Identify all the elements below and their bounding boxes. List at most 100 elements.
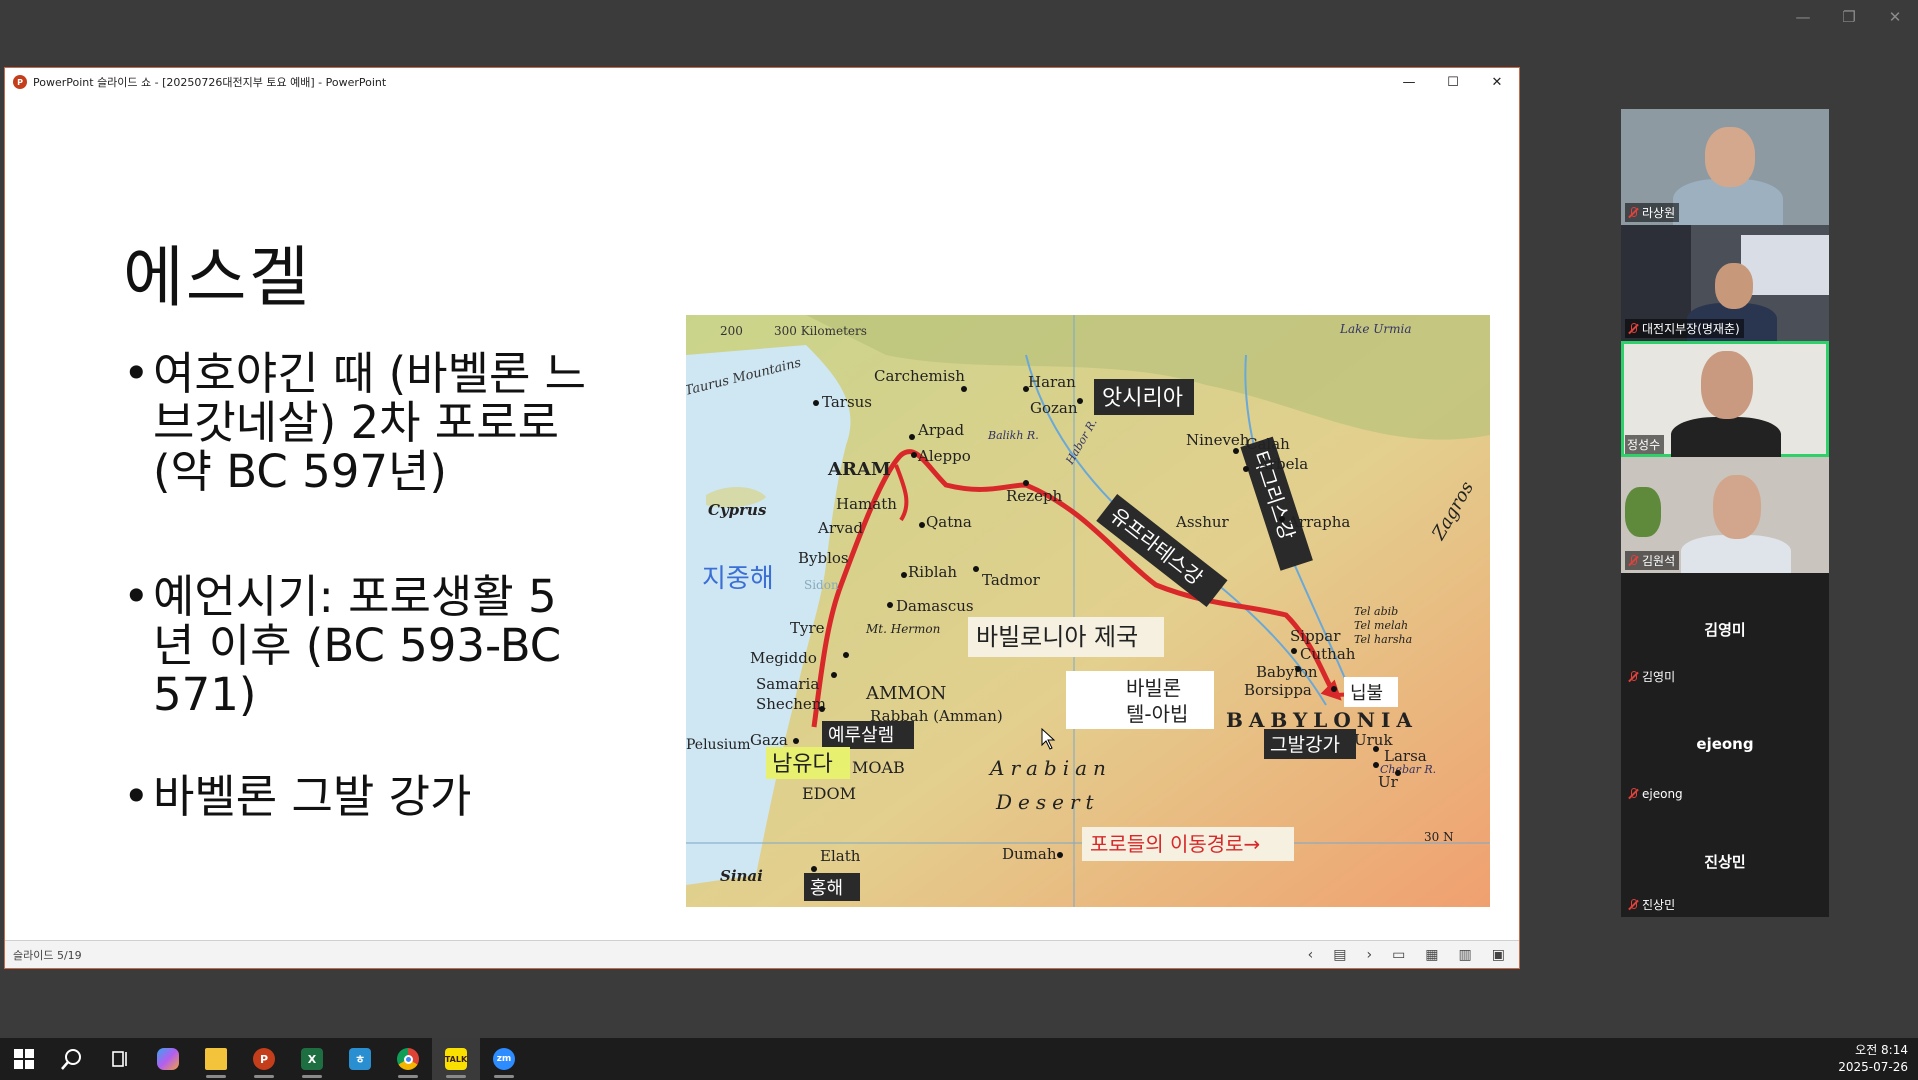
- svg-text:그발강가: 그발강가: [1270, 734, 1340, 756]
- muted-mic-icon: [1627, 898, 1639, 911]
- ppt-titlebar[interactable]: P PowerPoint 슬라이드 쇼 - [20250726대전지부 토요 예…: [5, 68, 1519, 96]
- place-label: Arpad: [917, 421, 965, 439]
- reading-view-icon[interactable]: ▥: [1459, 947, 1472, 963]
- bullet-dot: •: [123, 570, 150, 623]
- participant-nameplate: 대전지부장(명재춘): [1625, 319, 1744, 338]
- place-label: Riblah: [908, 563, 957, 581]
- slide-bullet: • 여호야긴 때 (바벨론 느브갓네살) 2차 포로로 (약 BC 597년): [123, 349, 593, 496]
- hangul-icon[interactable]: ㅎ: [336, 1038, 384, 1080]
- svg-text:바빌로니아 제국: 바빌로니아 제국: [976, 623, 1138, 651]
- exile-route-map: 200 300 Kilometers Taurus Mountains Lake…: [686, 315, 1490, 907]
- normal-view-icon[interactable]: ▭: [1392, 947, 1405, 963]
- kakaotalk-icon[interactable]: TALK: [432, 1038, 480, 1080]
- previous-slide-icon[interactable]: ‹: [1308, 947, 1314, 963]
- place-label: Pelusium: [686, 737, 751, 753]
- video-person: [1701, 351, 1753, 419]
- slide-sorter-icon[interactable]: ▦: [1425, 947, 1438, 963]
- copilot-icon[interactable]: [144, 1038, 192, 1080]
- search-icon[interactable]: [48, 1038, 96, 1080]
- place-label: EDOM: [802, 784, 856, 803]
- place-label: Chebar R.: [1380, 763, 1436, 776]
- video-person: [1671, 417, 1781, 457]
- place-label: Rabbah (Amman): [870, 707, 1003, 725]
- place-label: Arbela: [1257, 455, 1308, 473]
- place-label: Babylon: [1256, 663, 1318, 681]
- participant-tile[interactable]: 진상민 진상민: [1621, 805, 1829, 917]
- place-label: Carchemish: [874, 367, 965, 385]
- participant-tile[interactable]: 김원석: [1621, 457, 1829, 573]
- slide-canvas[interactable]: 에스겔 • 여호야긴 때 (바벨론 느브갓네살) 2차 포로로 (약 BC 59…: [5, 96, 1519, 940]
- zoom-icon[interactable]: zm: [480, 1038, 528, 1080]
- outer-window-controls: — ❐ ✕: [1794, 8, 1904, 26]
- participant-tile[interactable]: 라상원: [1621, 109, 1829, 225]
- outer-restore-button[interactable]: ❐: [1840, 8, 1858, 26]
- place-label: Samaria: [756, 675, 819, 693]
- ppt-maximize-button[interactable]: ☐: [1431, 68, 1475, 96]
- participant-center-name: 진상민: [1704, 853, 1746, 871]
- video-background: [1741, 235, 1829, 295]
- place-label: Arvad: [817, 519, 863, 537]
- place-label: Aleppo: [917, 447, 971, 465]
- place-label: Rezeph: [1006, 487, 1063, 505]
- place-label: Tyre: [790, 619, 825, 637]
- place-label: Sidon: [804, 578, 839, 592]
- participant-center-name: 김영미: [1704, 621, 1746, 639]
- plant-decoration: [1625, 487, 1661, 537]
- bullet-dot: •: [123, 347, 150, 400]
- place-label: Asshur: [1175, 513, 1230, 531]
- place-label: Cuthah: [1300, 645, 1356, 663]
- slide-menu-icon[interactable]: ▤: [1333, 947, 1346, 963]
- svg-text:닙불: 닙불: [1350, 683, 1383, 704]
- participant-tile-active-speaker[interactable]: 정성수: [1621, 341, 1829, 457]
- place-label: MOAB: [852, 758, 905, 777]
- muted-mic-icon: [1627, 670, 1639, 683]
- chrome-icon[interactable]: [384, 1038, 432, 1080]
- place-label: Shechem: [756, 695, 826, 713]
- ppt-minimize-button[interactable]: —: [1387, 68, 1431, 96]
- video-person: [1705, 127, 1755, 187]
- place-label: Tel abib: [1354, 605, 1398, 618]
- svg-text:바빌론: 바빌론: [1126, 676, 1181, 700]
- file-explorer-icon[interactable]: [192, 1038, 240, 1080]
- slideshow-view-icon[interactable]: ▣: [1492, 947, 1505, 963]
- outer-minimize-button[interactable]: —: [1794, 8, 1812, 26]
- participant-nameplate: 김원석: [1625, 551, 1680, 570]
- participant-tile[interactable]: 대전지부장(명재춘): [1621, 225, 1829, 341]
- place-label: Sinai: [720, 867, 763, 885]
- muted-mic-icon: [1627, 206, 1639, 219]
- place-label: Balikh R.: [987, 429, 1039, 442]
- place-label: Damascus: [896, 597, 974, 615]
- map-scale-200: 200: [720, 324, 743, 338]
- svg-text:지중해: 지중해: [702, 564, 774, 594]
- powerpoint-icon[interactable]: P: [240, 1038, 288, 1080]
- participant-tile[interactable]: ejeong ejeong: [1621, 689, 1829, 805]
- slide-navigation: ‹ ▤ › ▭ ▦ ▥ ▣: [1308, 941, 1505, 969]
- next-slide-icon[interactable]: ›: [1366, 947, 1372, 963]
- place-label: Megiddo: [750, 649, 817, 667]
- ppt-status-bar: 슬라이드 5/19 ‹ ▤ › ▭ ▦ ▥ ▣: [5, 940, 1519, 968]
- place-label: Gozan: [1030, 399, 1078, 417]
- outer-close-button[interactable]: ✕: [1886, 8, 1904, 26]
- system-clock[interactable]: 오전 8:14 2025-07-26: [1838, 1042, 1908, 1076]
- ppt-window-title: PowerPoint 슬라이드 쇼 - [20250726대전지부 토요 예배]…: [33, 76, 387, 89]
- place-label: Gaza: [750, 731, 788, 749]
- place-label: Mt. Hermon: [865, 622, 940, 636]
- bullet-text: 예언시기: 포로생활 5년 이후 (BC 593-BC 571): [153, 570, 562, 721]
- video-person: [1715, 263, 1753, 309]
- windows-start-icon[interactable]: [0, 1038, 48, 1080]
- place-label: Arrapha: [1287, 513, 1350, 531]
- slide-counter: 슬라이드 5/19: [13, 948, 82, 962]
- place-label: Tarsus: [822, 393, 872, 411]
- clock-time: 오전 8:14: [1855, 1043, 1908, 1057]
- task-view-icon[interactable]: [96, 1038, 144, 1080]
- bullet-dot: •: [123, 770, 150, 823]
- place-label: Borsippa: [1244, 681, 1312, 699]
- place-label: Dumah: [1002, 845, 1057, 863]
- participant-tile[interactable]: 김영미 김영미: [1621, 573, 1829, 689]
- ppt-close-button[interactable]: ✕: [1475, 68, 1519, 96]
- excel-icon[interactable]: X: [288, 1038, 336, 1080]
- place-label: 30 N: [1424, 830, 1454, 844]
- svg-text:텔-아빕: 텔-아빕: [1126, 702, 1188, 726]
- map-scale-300: 300 Kilometers: [774, 324, 867, 338]
- nippur-label-box: 닙불: [1344, 677, 1398, 707]
